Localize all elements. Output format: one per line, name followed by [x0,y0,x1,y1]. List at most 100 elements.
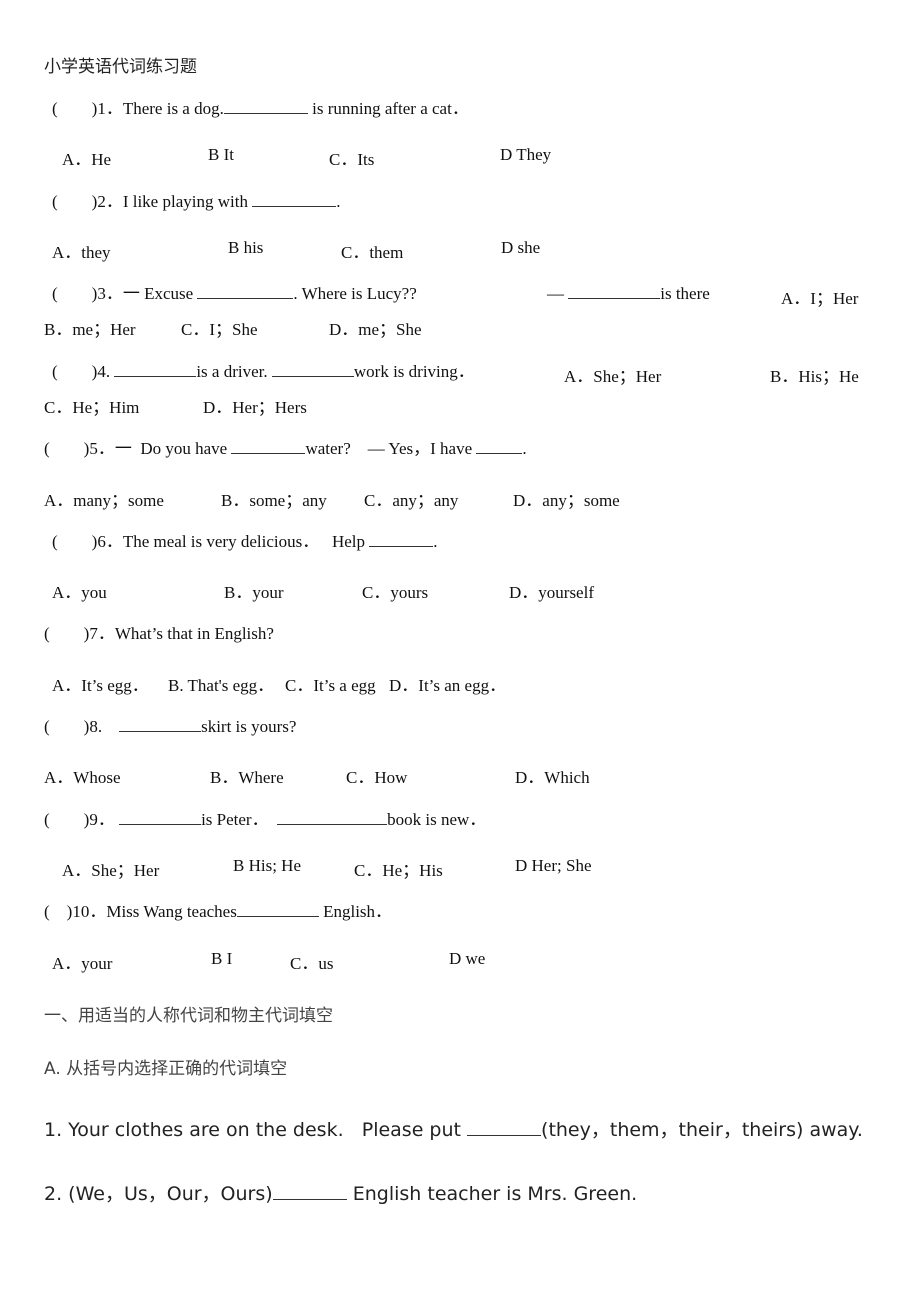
question-prefix: ( )9． [44,810,115,829]
option-b[interactable]: B His; He [233,856,301,876]
question-text: 一 Excuse [122,284,198,303]
option-a[interactable]: A．you [52,578,107,603]
question-text: . Where is Lucy?? [293,284,417,303]
question-prefix: ( )1． [52,99,123,118]
option-d[interactable]: D．It’s an egg． [389,671,506,696]
option-c[interactable]: C．How [346,763,407,788]
option-c[interactable]: C．I；She [181,315,258,340]
option-a[interactable]: A．they [52,238,111,263]
option-c[interactable]: C．He；His [354,856,443,881]
question-prefix: ( )7． [44,624,115,643]
answer-blank[interactable] [197,284,294,299]
answer-blank[interactable] [223,99,308,114]
option-b[interactable]: B．Where [210,763,284,788]
answer-blank[interactable] [476,439,523,454]
option-a[interactable]: A．It’s egg． [52,671,149,696]
question-prefix: ( )2． [52,192,123,211]
question-text: is Peter． [201,810,269,829]
fill-in-item-1: 1. Your clothes are on the desk. Please … [44,1117,863,1142]
option-c[interactable]: C．them [341,238,403,263]
fill-in-item-2: 2. (We，Us，Our，Ours) English teacher is M… [44,1181,637,1206]
option-b[interactable]: B his [228,238,263,258]
question-text: 一 Do you have [114,439,232,458]
option-c[interactable]: C．yours [362,578,428,603]
option-d[interactable]: D．yourself [509,578,594,603]
option-b[interactable]: B．His；He [770,362,859,387]
option-d[interactable]: D we [449,949,485,969]
fill-in-text: English teacher is Mrs. Green. [346,1183,638,1205]
question-text: is a driver. [196,362,272,381]
question-prefix: ( )5． [44,439,115,458]
question-2: ( )2．I like playing with . [52,192,340,212]
answer-blank[interactable] [114,362,197,377]
option-a[interactable]: A．He [62,145,111,170]
subsection-heading: A. 从括号内选择正确的代词填空 [44,1059,288,1079]
option-d[interactable]: D They [500,145,551,165]
question-text: English． [318,902,393,921]
option-a[interactable]: A．I；Her [781,284,858,309]
option-b[interactable]: B．me；Her [44,315,136,340]
answer-blank[interactable] [277,810,388,825]
option-a[interactable]: A．your [52,949,112,974]
question-3: ( )3．一 Excuse . Where is Lucy?? [52,284,417,304]
answer-blank[interactable] [467,1117,542,1136]
answer-blank[interactable] [272,1181,347,1200]
answer-blank[interactable] [369,532,434,547]
question-8: ( )8. skirt is yours? [44,717,296,737]
question-text: water? [305,439,351,458]
fill-in-text: 1. Your clothes are on the desk. Please … [44,1119,468,1141]
question-1: ( )1．There is a dog. is running after a … [52,99,469,119]
option-b[interactable]: B It [208,145,234,165]
question-prefix: ( )4. [52,362,111,381]
answer-blank[interactable] [231,439,306,454]
question-text: skirt is yours? [201,717,297,736]
question-text: is there [660,284,710,303]
answer-blank[interactable] [568,284,661,299]
answer-blank[interactable] [119,717,202,732]
question-text: What’s that in English? [114,624,274,643]
question-prefix: ( )8. [44,717,103,736]
option-b[interactable]: B．some；any [221,486,327,511]
question-7: ( )7．What’s that in English? [44,624,274,644]
answer-blank[interactable] [252,192,337,207]
option-b[interactable]: B I [211,949,232,969]
question-prefix: ( )6． [52,532,123,551]
answer-blank[interactable] [119,810,202,825]
option-d[interactable]: D．Her；Hers [203,393,307,418]
option-a[interactable]: A．many；some [44,486,164,511]
question-text: work is driving． [353,362,475,381]
question-text: I like playing with [122,192,253,211]
option-c[interactable]: C．any；any [364,486,458,511]
option-c[interactable]: C．us [290,949,333,974]
option-d[interactable]: D Her; She [515,856,591,876]
answer-blank[interactable] [271,362,354,377]
option-d[interactable]: D．Which [515,763,590,788]
section-heading: 一、用适当的人称代词和物主代词填空 [44,1006,333,1026]
option-a[interactable]: A．Whose [44,763,120,788]
option-a[interactable]: A．She；Her [564,362,661,387]
answer-blank[interactable] [236,902,319,917]
question-3-response: — is there [547,284,710,304]
question-text: Miss Wang teaches [106,902,237,921]
question-9: ( )9． is Peter． book is new． [44,810,486,830]
question-text: — Yes，I have [367,439,477,458]
option-b[interactable]: B. That's egg． [168,671,274,696]
question-4: ( )4. is a driver. work is driving． [52,362,475,382]
question-text: book is new． [387,810,487,829]
option-c[interactable]: C．It’s a egg [285,671,376,696]
question-text: . [522,439,527,458]
option-a[interactable]: A．She；Her [62,856,159,881]
question-text: . [336,192,341,211]
question-6: ( )6．The meal is very delicious． Help . [52,532,438,552]
option-b[interactable]: B．your [224,578,284,603]
option-c[interactable]: C．Its [329,145,374,170]
option-d[interactable]: D．me；She [329,315,422,340]
question-text: The meal is very delicious． Help [122,532,370,551]
worksheet-title: 小学英语代词练习题 [44,57,197,77]
question-5: ( )5．一 Do you have water? — Yes，I have . [44,439,527,459]
option-d[interactable]: D she [501,238,540,258]
option-d[interactable]: D．any；some [513,486,620,511]
question-prefix: ( )3． [52,284,123,303]
question-text: There is a dog. [122,99,224,118]
option-c[interactable]: C．He；Him [44,393,139,418]
